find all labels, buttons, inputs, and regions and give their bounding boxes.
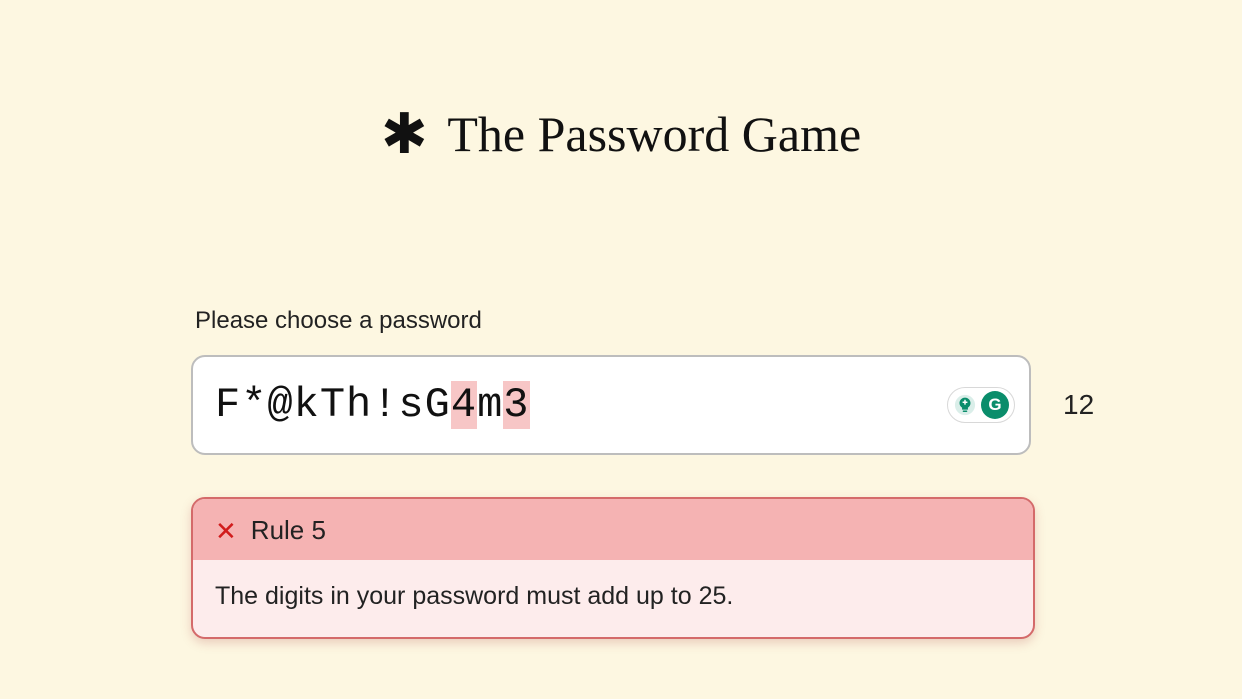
asterisk-icon: ✱ (381, 102, 436, 167)
rule-text: The digits in your password must add up … (193, 560, 1033, 637)
grammarly-widget[interactable]: G (947, 387, 1015, 423)
title-text: The Password Game (447, 106, 861, 162)
password-value: F*@kTh!sG4m3 (215, 381, 530, 429)
input-row: F*@kTh!sG4m3 G 12 (191, 355, 1051, 455)
grammarly-logo-icon: G (981, 391, 1009, 419)
page-title: ✱ The Password Game (0, 0, 1242, 167)
char-count: 12 (1063, 389, 1094, 421)
password-input[interactable]: F*@kTh!sG4m3 G (191, 355, 1031, 455)
fail-x-icon: ✕ (215, 518, 237, 544)
lightbulb-icon (953, 393, 977, 417)
rule-label: Rule 5 (251, 515, 326, 546)
play-area: Please choose a password F*@kTh!sG4m3 G … (191, 307, 1051, 639)
rule-header: ✕ Rule 5 (193, 499, 1033, 560)
password-prompt: Please choose a password (195, 307, 1051, 335)
rule-box: ✕ Rule 5 The digits in your password mus… (191, 497, 1035, 639)
